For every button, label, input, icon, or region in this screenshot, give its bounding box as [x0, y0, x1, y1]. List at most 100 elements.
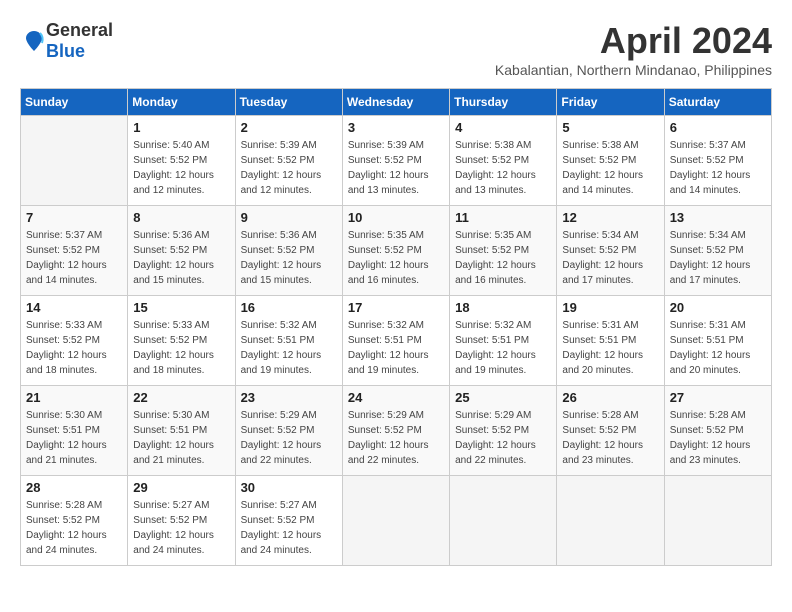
day-number: 15	[133, 300, 229, 315]
day-info: Sunrise: 5:34 AMSunset: 5:52 PMDaylight:…	[562, 228, 658, 288]
day-info: Sunrise: 5:28 AMSunset: 5:52 PMDaylight:…	[562, 408, 658, 468]
daylight-text: Daylight: 12 hours	[455, 168, 551, 183]
daylight-text: Daylight: 12 hours	[348, 258, 444, 273]
sunrise-text: Sunrise: 5:31 AM	[670, 318, 766, 333]
day-number: 1	[133, 120, 229, 135]
calendar-cell: 27 Sunrise: 5:28 AMSunset: 5:52 PMDayligh…	[664, 386, 771, 476]
sunrise-text: Sunrise: 5:37 AM	[26, 228, 122, 243]
sunset-text: Sunset: 5:52 PM	[670, 243, 766, 258]
calendar-cell: 17Sunrise: 5:32 AMSunset: 5:51 PMDayligh…	[342, 296, 449, 386]
sunset-text: Sunset: 5:52 PM	[455, 153, 551, 168]
daylight-text: Daylight: 12 hours	[241, 528, 337, 543]
sunset-text: Sunset: 5:52 PM	[562, 153, 658, 168]
daylight-text-2: and 12 minutes.	[241, 183, 337, 198]
logo-icon	[22, 29, 46, 53]
page-header: General Blue April 2024 Kabalantian, Nor…	[20, 20, 772, 78]
calendar-cell: 14Sunrise: 5:33 AMSunset: 5:52 PMDayligh…	[21, 296, 128, 386]
calendar-cell: 25Sunrise: 5:29 AMSunset: 5:52 PMDayligh…	[450, 386, 557, 476]
day-info: Sunrise: 5:32 AMSunset: 5:51 PMDaylight:…	[241, 318, 337, 378]
logo-text: General Blue	[46, 20, 113, 62]
day-number: 21	[26, 390, 122, 405]
sunrise-text: Sunrise: 5:28 AM	[26, 498, 122, 513]
sunset-text: Sunset: 5:52 PM	[133, 513, 229, 528]
weekday-header-saturday: Saturday	[664, 89, 771, 116]
sunset-text: Sunset: 5:52 PM	[133, 333, 229, 348]
daylight-text: Daylight: 12 hours	[562, 258, 658, 273]
daylight-text-2: and 18 minutes.	[133, 363, 229, 378]
daylight-text-2: and 24 minutes.	[241, 543, 337, 558]
sunset-text: Sunset: 5:52 PM	[562, 243, 658, 258]
day-number: 13	[670, 210, 766, 225]
day-info: Sunrise: 5:28 AMSunset: 5:52 PMDaylight:…	[26, 498, 122, 558]
day-info: Sunrise: 5:27 AMSunset: 5:52 PMDaylight:…	[241, 498, 337, 558]
day-number: 11	[455, 210, 551, 225]
sunrise-text: Sunrise: 5:31 AM	[562, 318, 658, 333]
daylight-text: Daylight: 12 hours	[133, 258, 229, 273]
daylight-text-2: and 16 minutes.	[455, 273, 551, 288]
day-number: 4	[455, 120, 551, 135]
sunset-text: Sunset: 5:52 PM	[241, 153, 337, 168]
day-info: Sunrise: 5:29 AMSunset: 5:52 PMDaylight:…	[455, 408, 551, 468]
calendar-cell	[557, 476, 664, 566]
sunset-text: Sunset: 5:51 PM	[348, 333, 444, 348]
calendar-cell: 4Sunrise: 5:38 AMSunset: 5:52 PMDaylight…	[450, 116, 557, 206]
calendar-cell: 5Sunrise: 5:38 AMSunset: 5:52 PMDaylight…	[557, 116, 664, 206]
daylight-text-2: and 15 minutes.	[133, 273, 229, 288]
calendar-cell: 6Sunrise: 5:37 AMSunset: 5:52 PMDaylight…	[664, 116, 771, 206]
day-info: Sunrise: 5:33 AMSunset: 5:52 PMDaylight:…	[133, 318, 229, 378]
daylight-text: Daylight: 12 hours	[26, 438, 122, 453]
sunset-text: Sunset: 5:52 PM	[241, 243, 337, 258]
sunrise-text: Sunrise: 5:34 AM	[670, 228, 766, 243]
daylight-text-2: and 23 minutes.	[670, 453, 766, 468]
day-info: Sunrise: 5:27 AMSunset: 5:52 PMDaylight:…	[133, 498, 229, 558]
sunset-text: Sunset: 5:51 PM	[241, 333, 337, 348]
calendar-cell: 30Sunrise: 5:27 AMSunset: 5:52 PMDayligh…	[235, 476, 342, 566]
day-info: Sunrise: 5:37 AMSunset: 5:52 PMDaylight:…	[26, 228, 122, 288]
calendar-cell: 19Sunrise: 5:31 AMSunset: 5:51 PMDayligh…	[557, 296, 664, 386]
daylight-text: Daylight: 12 hours	[348, 438, 444, 453]
daylight-text: Daylight: 12 hours	[348, 348, 444, 363]
daylight-text: Daylight: 12 hours	[670, 348, 766, 363]
calendar-cell: 15 Sunrise: 5:33 AMSunset: 5:52 PMDayligh…	[128, 296, 235, 386]
sunrise-text: Sunrise: 5:27 AM	[133, 498, 229, 513]
daylight-text-2: and 17 minutes.	[562, 273, 658, 288]
day-info: Sunrise: 5:29 AMSunset: 5:52 PMDaylight:…	[241, 408, 337, 468]
sunset-text: Sunset: 5:51 PM	[670, 333, 766, 348]
day-info: Sunrise: 5:31 AMSunset: 5:51 PMDaylight:…	[670, 318, 766, 378]
day-number: 12	[562, 210, 658, 225]
daylight-text-2: and 14 minutes.	[26, 273, 122, 288]
daylight-text: Daylight: 12 hours	[133, 168, 229, 183]
sunset-text: Sunset: 5:52 PM	[26, 243, 122, 258]
sunrise-text: Sunrise: 5:29 AM	[348, 408, 444, 423]
daylight-text-2: and 21 minutes.	[133, 453, 229, 468]
daylight-text-2: and 20 minutes.	[562, 363, 658, 378]
sunrise-text: Sunrise: 5:28 AM	[670, 408, 766, 423]
daylight-text-2: and 19 minutes.	[455, 363, 551, 378]
day-number: 24	[348, 390, 444, 405]
weekday-header-wednesday: Wednesday	[342, 89, 449, 116]
weekday-header-sunday: Sunday	[21, 89, 128, 116]
calendar-table: SundayMondayTuesdayWednesdayThursdayFrid…	[20, 88, 772, 566]
daylight-text: Daylight: 12 hours	[562, 438, 658, 453]
sunrise-text: Sunrise: 5:35 AM	[455, 228, 551, 243]
sunset-text: Sunset: 5:52 PM	[133, 243, 229, 258]
daylight-text-2: and 16 minutes.	[348, 273, 444, 288]
day-number: 10	[348, 210, 444, 225]
sunrise-text: Sunrise: 5:29 AM	[455, 408, 551, 423]
daylight-text: Daylight: 12 hours	[241, 258, 337, 273]
daylight-text-2: and 19 minutes.	[241, 363, 337, 378]
daylight-text-2: and 20 minutes.	[670, 363, 766, 378]
calendar-cell: 8Sunrise: 5:36 AMSunset: 5:52 PMDaylight…	[128, 206, 235, 296]
day-number: 16	[241, 300, 337, 315]
week-row-2: 14Sunrise: 5:33 AMSunset: 5:52 PMDayligh…	[21, 296, 772, 386]
daylight-text-2: and 12 minutes.	[133, 183, 229, 198]
daylight-text-2: and 13 minutes.	[348, 183, 444, 198]
calendar-cell: 2Sunrise: 5:39 AMSunset: 5:52 PMDaylight…	[235, 116, 342, 206]
sunrise-text: Sunrise: 5:27 AM	[241, 498, 337, 513]
month-title: April 2024	[495, 20, 772, 62]
daylight-text-2: and 22 minutes.	[348, 453, 444, 468]
sunset-text: Sunset: 5:51 PM	[133, 423, 229, 438]
day-info: Sunrise: 5:28 AMSunset: 5:52 PMDaylight:…	[670, 408, 766, 468]
day-number: 27	[670, 390, 766, 405]
day-number: 3	[348, 120, 444, 135]
